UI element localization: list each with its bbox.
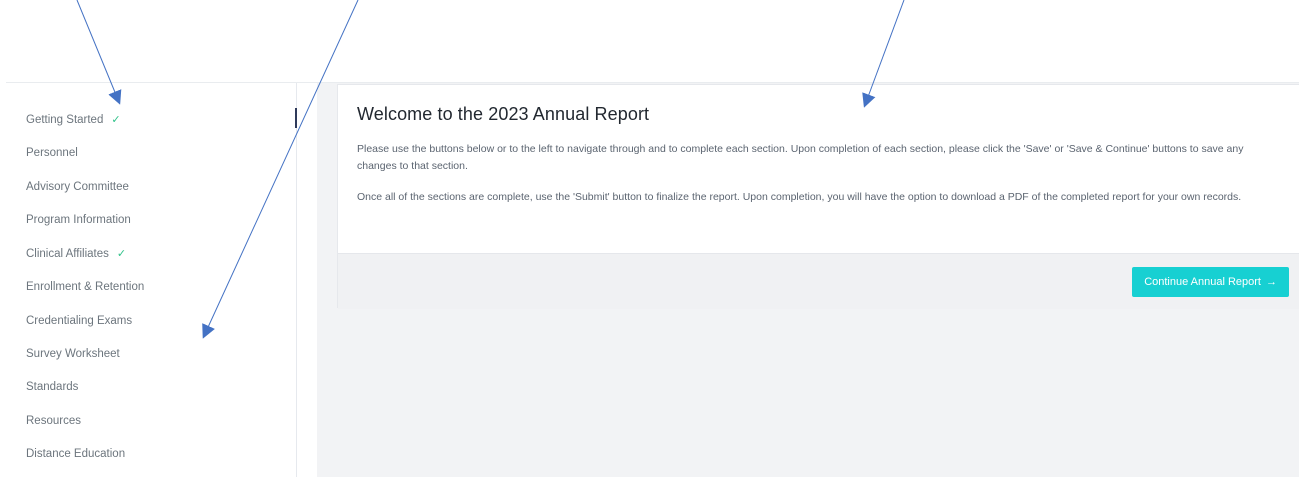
sidebar-item-program-information[interactable]: Program Information — [26, 210, 131, 230]
sidebar-item-label: Advisory Committee — [26, 181, 129, 193]
sidebar-item-survey-worksheet[interactable]: Survey Worksheet — [26, 344, 120, 364]
check-icon: ✓ — [116, 248, 127, 260]
sidebar-item-label: Standards — [26, 381, 79, 393]
sidebar-item-distance-education[interactable]: Distance Education — [26, 444, 125, 464]
page: Getting Started ✓ Personnel Advisory Comm… — [0, 0, 1299, 477]
sidebar-item-label: Credentialing Exams — [26, 315, 133, 327]
sidebar-item-resources[interactable]: Resources — [26, 411, 81, 431]
sidebar-item-label: Enrollment & Retention — [26, 281, 145, 293]
sidebar-item-label: Distance Education — [26, 448, 126, 460]
sidebar-item-label: Program Information — [26, 214, 131, 226]
sidebar-item-standards[interactable]: Standards — [26, 377, 78, 397]
main-content: Welcome to the 2023 Annual Report Please… — [317, 83, 1299, 477]
arrow-right-icon: → — [1266, 276, 1277, 288]
sidebar-item-getting-started[interactable]: Getting Started ✓ — [26, 110, 121, 130]
instructions-paragraph: Please use the buttons below or to the l… — [357, 143, 1244, 172]
sidebar-item-advisory-committee[interactable]: Advisory Committee — [26, 177, 129, 197]
check-icon: ✓ — [111, 114, 121, 126]
sidebar-item-personnel[interactable]: Personnel — [26, 143, 78, 163]
welcome-card: Welcome to the 2023 Annual Report Please… — [337, 84, 1299, 309]
sidebar-item-label: Getting Started — [26, 114, 104, 126]
page-title: Welcome to the 2023 Annual Report — [357, 104, 650, 124]
sidebar-item-credentialing-exams[interactable]: Credentialing Exams — [26, 311, 132, 331]
submit-info-paragraph: Once all of the sections are complete, u… — [357, 191, 1242, 203]
sidebar-item-enrollment-retention[interactable]: Enrollment & Retention — [26, 277, 144, 297]
sidebar-item-label: Resources — [26, 415, 81, 427]
sidebar-item-label: Clinical Affiliates — [26, 248, 109, 260]
card-footer: Continue Annual Report → — [338, 253, 1299, 309]
active-item-indicator — [295, 108, 297, 128]
sidebar-item-label: Personnel — [26, 147, 78, 159]
continue-button-label: Continue Annual Report — [1144, 276, 1261, 288]
continue-annual-report-button[interactable]: Continue Annual Report → — [1132, 267, 1289, 297]
sidebar-nav: Getting Started ✓ Personnel Advisory Comm… — [6, 83, 297, 477]
sidebar-item-label: Survey Worksheet — [26, 348, 120, 360]
sidebar-item-clinical-affiliates[interactable]: Clinical Affiliates ✓ — [26, 244, 126, 264]
